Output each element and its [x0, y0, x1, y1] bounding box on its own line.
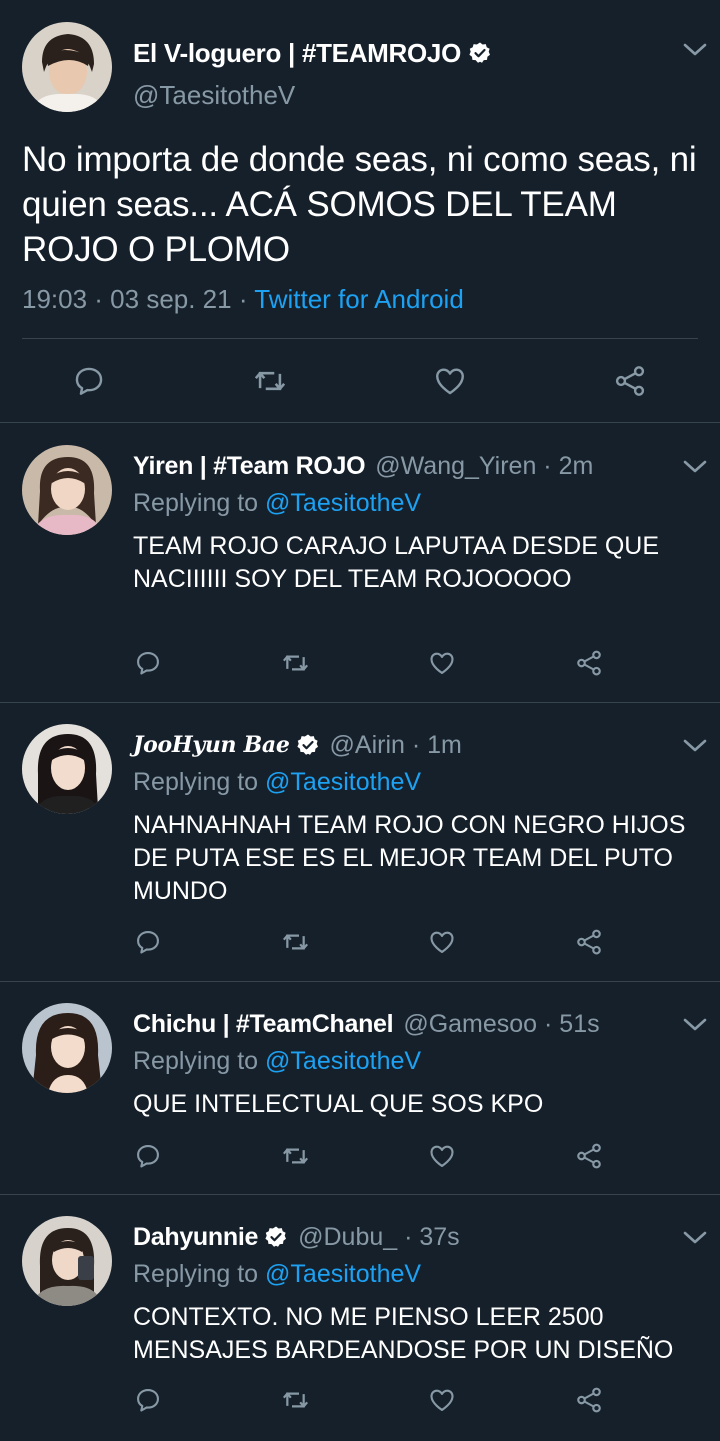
retweet-icon[interactable] — [280, 1386, 311, 1414]
verified-badge-icon — [468, 41, 492, 65]
reply-tweet[interactable]: Yiren | #Team ROJO @Wang_Yiren · 2m Repl… — [0, 423, 720, 703]
divider — [22, 338, 698, 339]
like-icon[interactable] — [428, 928, 456, 956]
mention-link[interactable]: @TaesitotheV — [265, 1260, 421, 1288]
reply-tweet[interactable]: JooHyun Bae @Airin · 1m Replying to @Tae… — [0, 703, 720, 982]
tweet-text: No importa de donde seas, ni como seas, … — [22, 140, 697, 269]
author-handle[interactable]: @TaesitotheV — [133, 80, 295, 111]
author-name[interactable]: El V-loguero | #TEAMROJO — [133, 38, 461, 69]
reply-icon[interactable] — [72, 364, 106, 398]
mention-link[interactable]: @TaesitotheV — [265, 489, 421, 517]
meta-separator: · — [231, 284, 255, 314]
reply-icon[interactable] — [134, 928, 162, 956]
author-handle-time[interactable]: @Dubu_ · 37s — [298, 1223, 460, 1252]
author-name[interactable]: Yiren | #Team ROJO — [133, 452, 366, 481]
reply-header: Chichu | #TeamChanel @Gamesoo · 51s — [133, 1006, 600, 1042]
avatar[interactable] — [22, 22, 112, 112]
share-icon[interactable] — [574, 648, 604, 678]
retweet-icon[interactable] — [280, 928, 311, 956]
replying-to: Replying to @TaesitotheV — [133, 768, 421, 797]
author-name[interactable]: JooHyun Bae — [133, 732, 290, 758]
reply-text: NAHNAHNAH TEAM ROJO CON NEGRO HIJOS DE P… — [133, 811, 686, 905]
reply-icon[interactable] — [134, 1142, 162, 1170]
chevron-down-icon[interactable] — [682, 41, 708, 59]
reply-tweet[interactable]: Dahyunnie @Dubu_ · 37s Replying to @Taes… — [0, 1195, 720, 1441]
retweet-icon[interactable] — [251, 364, 289, 398]
replying-label: Replying to — [133, 489, 259, 517]
replying-label: Replying to — [133, 768, 259, 796]
replying-to: Replying to @TaesitotheV — [133, 489, 421, 518]
avatar[interactable] — [22, 445, 112, 535]
reply-header: Dahyunnie @Dubu_ · 37s — [133, 1219, 460, 1255]
share-icon[interactable] — [574, 927, 604, 957]
reply-text: TEAM ROJO CARAJO LAPUTAA DESDE QUE NACII… — [133, 532, 660, 593]
reply-header: JooHyun Bae @Airin · 1m — [133, 727, 462, 763]
chevron-down-icon[interactable] — [682, 737, 708, 755]
verified-badge-icon — [264, 1225, 288, 1249]
replying-label: Replying to — [133, 1047, 259, 1075]
main-tweet: El V-loguero | #TEAMROJO @TaesitotheV No… — [0, 0, 720, 423]
author-handle-time[interactable]: @Gamesoo · 51s — [403, 1010, 599, 1039]
mention-link[interactable]: @TaesitotheV — [265, 768, 421, 796]
reply-icon[interactable] — [134, 1386, 162, 1414]
share-icon[interactable] — [612, 363, 648, 399]
verified-badge-icon — [296, 733, 320, 757]
replying-to: Replying to @TaesitotheV — [133, 1260, 421, 1289]
replying-label: Replying to — [133, 1260, 259, 1288]
mention-link[interactable]: @TaesitotheV — [265, 1047, 421, 1075]
avatar[interactable] — [22, 724, 112, 814]
replying-to: Replying to @TaesitotheV — [133, 1047, 421, 1076]
avatar[interactable] — [22, 1216, 112, 1306]
like-icon[interactable] — [433, 364, 467, 398]
share-icon[interactable] — [574, 1385, 604, 1415]
chevron-down-icon[interactable] — [682, 1229, 708, 1247]
author-name[interactable]: Dahyunnie — [133, 1223, 258, 1252]
share-icon[interactable] — [574, 1141, 604, 1171]
avatar[interactable] — [22, 1003, 112, 1093]
chevron-down-icon[interactable] — [682, 1016, 708, 1034]
main-author[interactable]: El V-loguero | #TEAMROJO — [133, 34, 492, 72]
reply-icon[interactable] — [134, 649, 162, 677]
author-name[interactable]: Chichu | #TeamChanel — [133, 1010, 394, 1039]
retweet-icon[interactable] — [280, 1142, 311, 1170]
like-icon[interactable] — [428, 649, 456, 677]
tweet-datetime: 19:03 · 03 sep. 21 — [22, 284, 232, 314]
author-handle-time[interactable]: @Wang_Yiren · 2m — [375, 452, 593, 481]
tweet-meta: 19:03 · 03 sep. 21 · Twitter for Android — [22, 284, 464, 315]
chevron-down-icon[interactable] — [682, 458, 708, 476]
reply-header: Yiren | #Team ROJO @Wang_Yiren · 2m — [133, 448, 593, 484]
like-icon[interactable] — [428, 1142, 456, 1170]
reply-text: CONTEXTO. NO ME PIENSO LEER 2500 MENSAJE… — [133, 1303, 674, 1364]
author-handle-time[interactable]: @Airin · 1m — [330, 731, 462, 760]
like-icon[interactable] — [428, 1386, 456, 1414]
reply-text: QUE INTELECTUAL QUE SOS KPO — [133, 1090, 544, 1118]
tweet-source-link[interactable]: Twitter for Android — [254, 284, 464, 314]
retweet-icon[interactable] — [280, 649, 311, 677]
reply-tweet[interactable]: Chichu | #TeamChanel @Gamesoo · 51s Repl… — [0, 982, 720, 1195]
